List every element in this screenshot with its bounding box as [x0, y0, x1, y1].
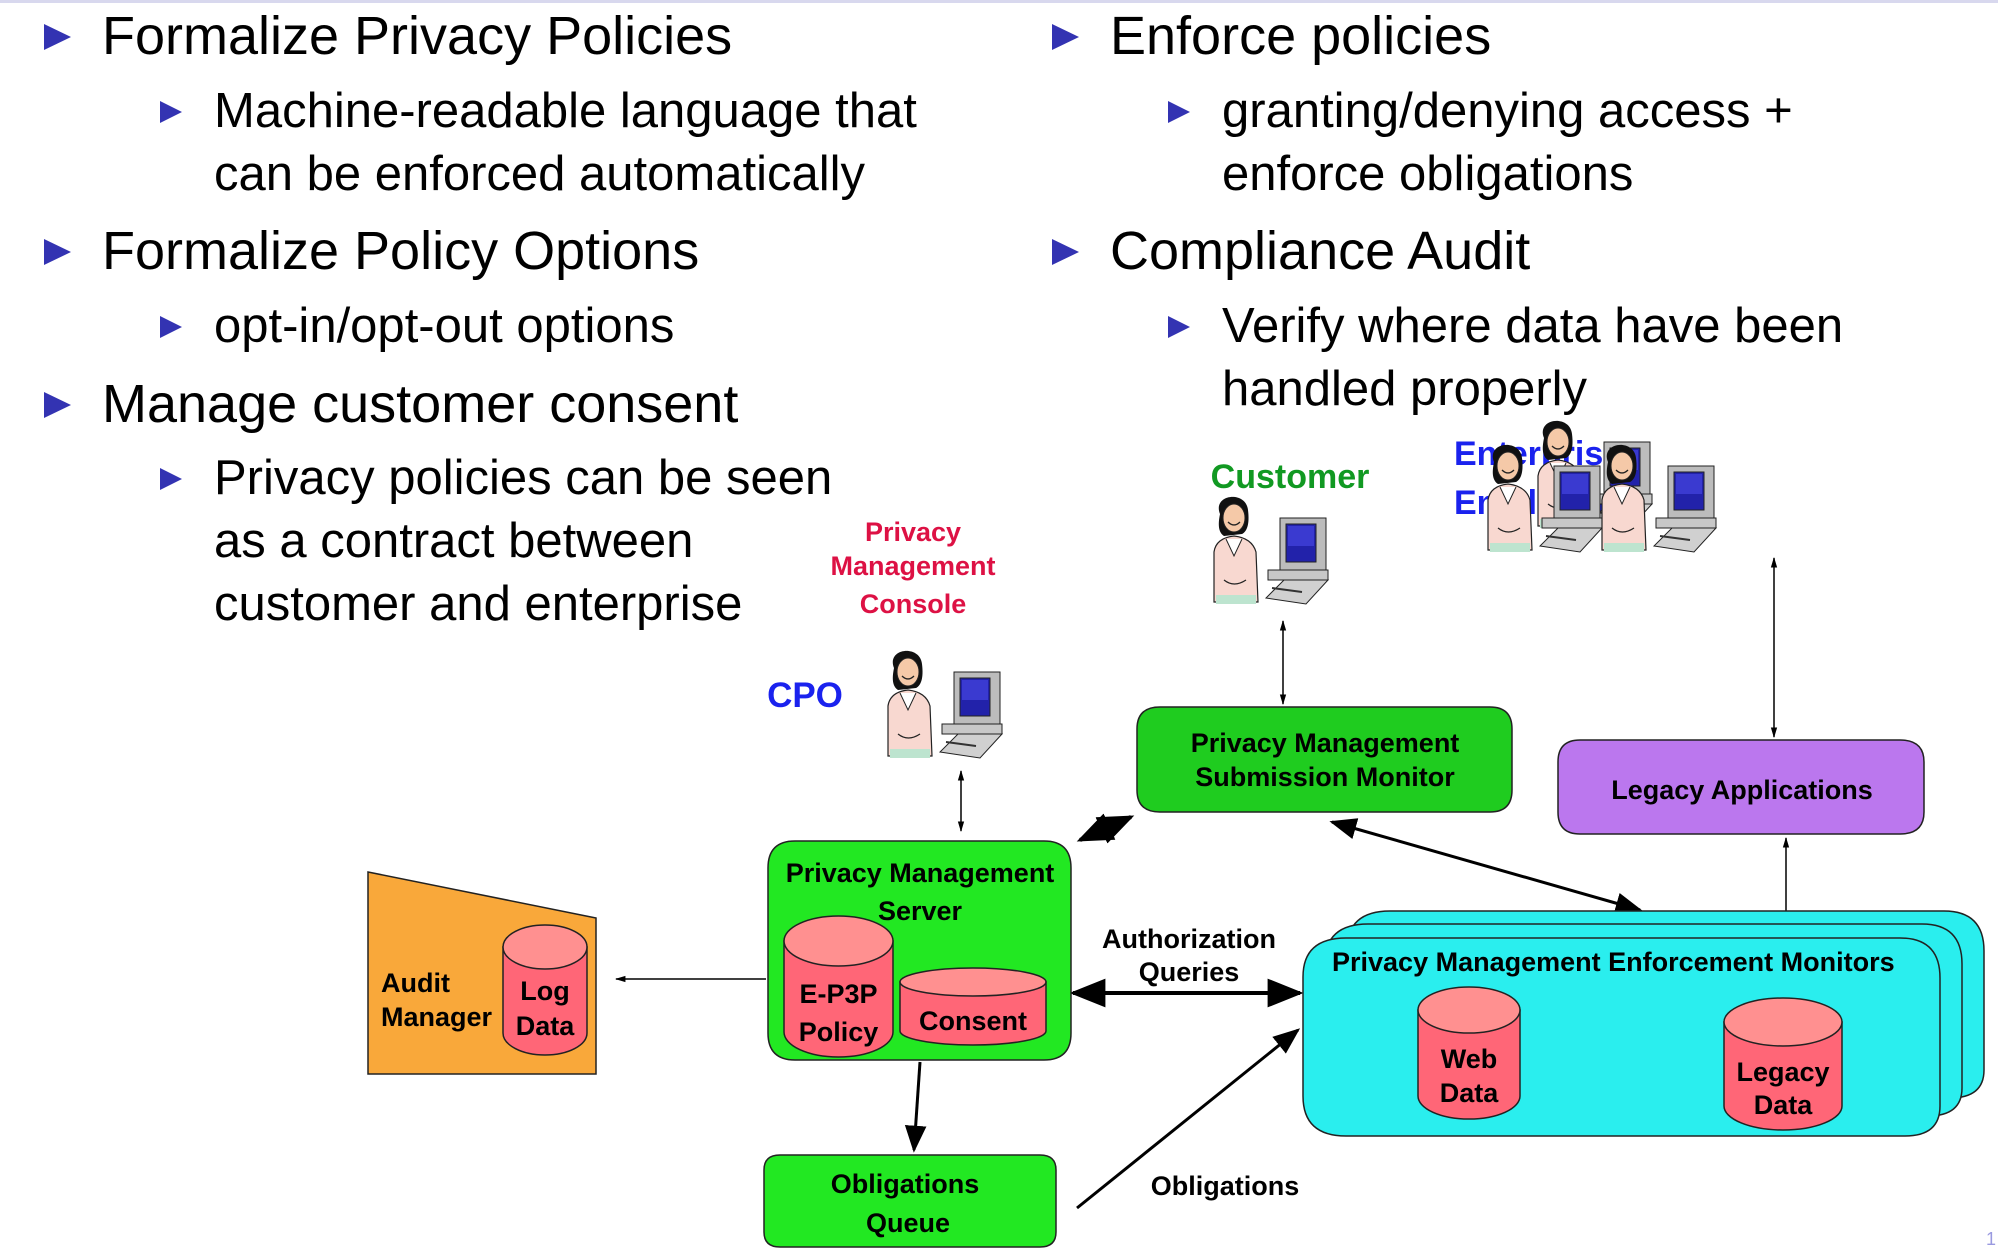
legacy-applications-label: Legacy Applications: [1611, 775, 1873, 805]
customer-label: Customer: [1211, 458, 1370, 496]
authorization-label-line: Authorization: [1102, 924, 1276, 954]
monitor-enforcement-connector: [1329, 818, 1643, 914]
submission-monitor-node: Privacy Management Submission Monitor: [1136, 706, 1513, 813]
epolicy-label: Policy: [799, 1017, 879, 1047]
cylinder-top: [1417, 986, 1521, 1034]
obligations-queue-label: Obligations: [831, 1169, 980, 1199]
log-data-cylinder: Log Data: [502, 924, 588, 1056]
server-label: Server: [878, 896, 963, 926]
web-data-label: Data: [1440, 1078, 1500, 1108]
consent-cylinder: Consent: [899, 967, 1047, 1046]
console-label-line: Management: [830, 551, 995, 581]
epolicy-label: E-P3P: [799, 979, 877, 1009]
privacy-architecture-diagram: Privacy Management Console CPO Customer …: [367, 419, 1985, 1248]
console-label-line: Console: [860, 589, 967, 619]
enforcement-monitors-node: Privacy Management Enforcement Monitors: [1302, 910, 1985, 1137]
legacy-data-label: Legacy: [1736, 1057, 1829, 1087]
legacy-data-cylinder: LegacyData: [1723, 997, 1843, 1131]
cylinder-top: [1723, 997, 1843, 1047]
obligations-edge-label: Obligations: [1151, 1171, 1300, 1201]
console-label-line: Privacy: [865, 517, 961, 547]
console-label: Privacy Management Console: [830, 517, 995, 619]
log-data-label: Log: [520, 976, 569, 1006]
cylinder-top: [502, 924, 588, 970]
customer-person-icon: [1213, 495, 1329, 605]
authorization-label-line: Queries: [1139, 957, 1240, 987]
web-data-cylinder: Web Data: [1417, 986, 1521, 1120]
web-data-label: Web: [1441, 1044, 1498, 1074]
log-data-label: Data: [516, 1011, 576, 1041]
obligations-queue-label: Queue: [866, 1208, 950, 1238]
cpo-person-icon: [887, 649, 1003, 759]
cylinder-top: [783, 915, 894, 967]
enforcement-label: Privacy Management Enforcement Monitors: [1332, 947, 1895, 977]
server-label: Privacy Management: [786, 858, 1055, 888]
cylinder-top: [899, 967, 1047, 997]
server-monitor-connector: [1076, 813, 1135, 844]
submission-monitor-label: Submission Monitor: [1195, 762, 1455, 792]
legacy-applications-node: Legacy Applications: [1557, 739, 1925, 835]
page-number: 1: [1985, 1229, 1996, 1249]
server-queue-connector: [904, 1061, 927, 1153]
consent-label: Consent: [919, 1006, 1027, 1036]
obligations-queue-node: Obligations Queue: [763, 1154, 1057, 1248]
epolicy-cylinder: E-P3P Policy: [783, 915, 894, 1058]
submission-monitor-label: Privacy Management: [1191, 728, 1460, 758]
cpo-label: CPO: [767, 676, 843, 715]
legacy-data-label: Data: [1754, 1090, 1814, 1120]
audit-manager-label: Manager: [381, 1002, 493, 1032]
audit-manager-label: Audit: [381, 968, 450, 998]
